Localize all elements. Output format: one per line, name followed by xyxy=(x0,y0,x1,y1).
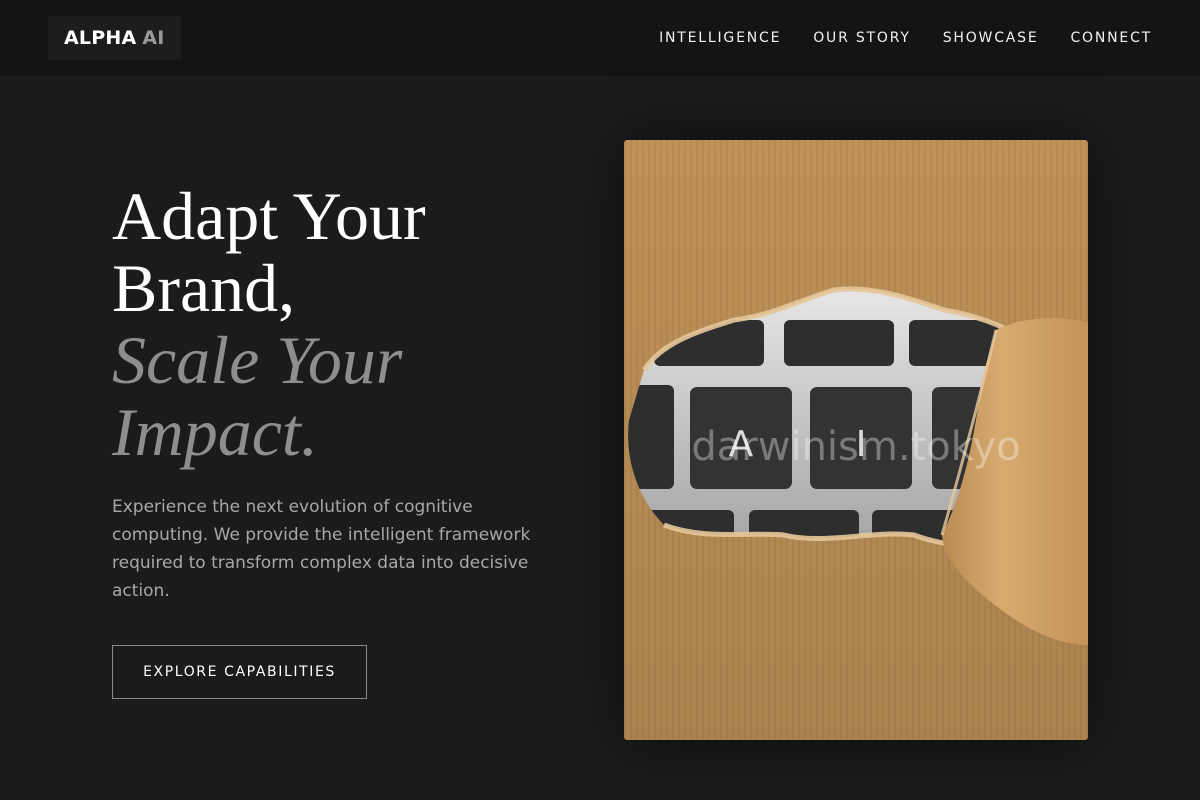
logo-primary: ALPHA xyxy=(64,27,137,49)
nav-item-showcase[interactable]: SHOWCASE xyxy=(943,30,1039,46)
hero-title: Adapt Your Brand, Scale Your Impact. xyxy=(112,180,426,468)
hero-image: A I darwinism.tokyo xyxy=(624,140,1088,740)
hero-title-line-3: Scale Your xyxy=(112,322,403,398)
nav-item-our-story[interactable]: OUR STORY xyxy=(813,30,911,46)
image-watermark: darwinism.tokyo xyxy=(691,424,1020,470)
explore-capabilities-button[interactable]: EXPLORE CAPABILITIES xyxy=(112,645,367,699)
hero-title-line-4: Impact. xyxy=(112,394,318,470)
site-header: ALPHA AI INTELLIGENCE OUR STORY SHOWCASE… xyxy=(0,0,1200,76)
torn-paper-keyboard-illustration: A I darwinism.tokyo xyxy=(624,140,1088,740)
hero-description: Experience the next evolution of cogniti… xyxy=(112,497,531,601)
nav-item-intelligence[interactable]: INTELLIGENCE xyxy=(659,30,781,46)
logo-secondary: AI xyxy=(142,27,165,49)
logo[interactable]: ALPHA AI xyxy=(48,16,181,60)
hero-title-line-2: Brand, xyxy=(112,250,296,326)
main-nav: INTELLIGENCE OUR STORY SHOWCASE CONNECT xyxy=(659,0,1152,76)
hero-title-line-1: Adapt Your xyxy=(112,178,426,254)
nav-item-connect[interactable]: CONNECT xyxy=(1070,30,1152,46)
